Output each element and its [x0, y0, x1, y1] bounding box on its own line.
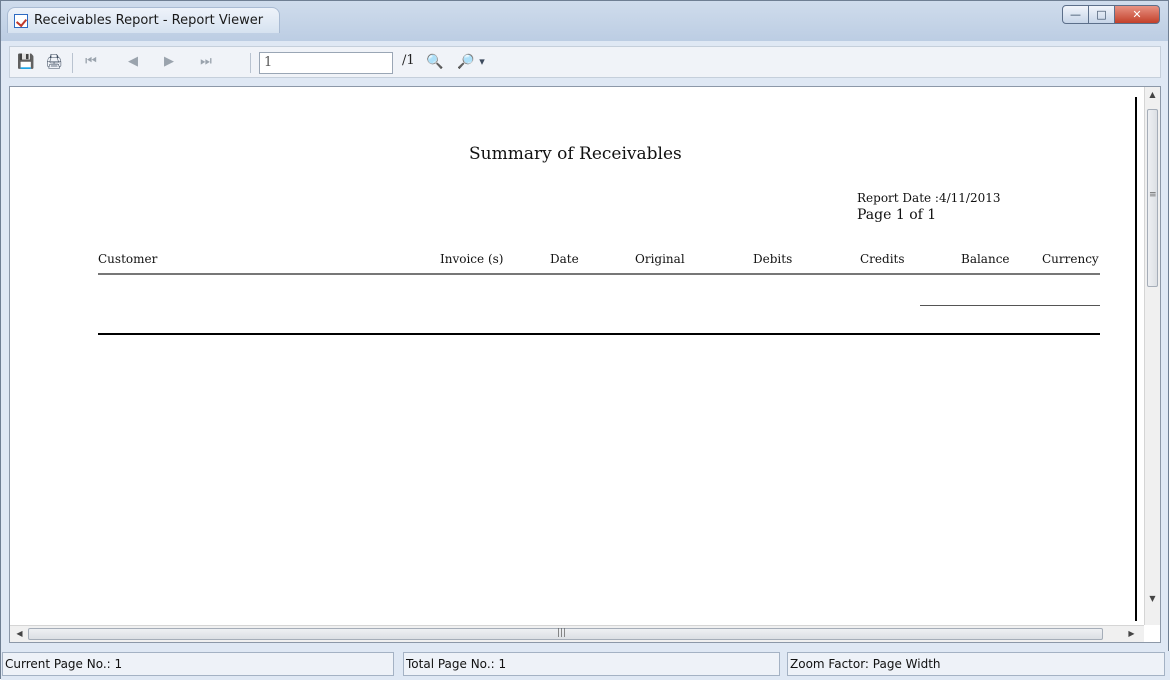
status-total-pages: Total Page No.: 1 [403, 652, 780, 676]
header-rule [98, 273, 1100, 275]
scroll-right-icon[interactable]: ▶ [1124, 626, 1139, 642]
toolbar-separator [72, 53, 73, 73]
report-total-rule [98, 333, 1100, 335]
page-number-input[interactable]: 1 [259, 52, 393, 74]
maximize-button[interactable]: □ [1088, 5, 1115, 24]
report-page: Summary of Receivables Report Date :4/11… [10, 87, 1135, 621]
column-header-currency: Currency [1042, 252, 1099, 266]
column-header-credits: Credits [860, 252, 905, 266]
close-button[interactable]: ✕ [1114, 5, 1160, 24]
horizontal-scroll-thumb[interactable]: ||| [28, 628, 1103, 640]
balance-total-rule [920, 305, 1100, 306]
status-current-page: Current Page No.: 1 [2, 652, 394, 676]
last-page-icon[interactable]: ⏭ [195, 52, 217, 72]
scroll-left-icon[interactable]: ◀ [12, 626, 27, 642]
report-toolbar: 💾 🖨 ⏮ ◀ ▶ ⏭ 1 /1 🔍 🔎 ▾ [9, 46, 1161, 78]
total-pages-label: /1 [402, 53, 415, 68]
column-header-customer: Customer [98, 252, 158, 266]
column-header-invoice: Invoice (s) [440, 252, 504, 266]
status-bar: Current Page No.: 1 Total Page No.: 1 Zo… [1, 651, 1170, 680]
next-page-icon[interactable]: ▶ [158, 52, 180, 72]
minimize-button[interactable]: — [1062, 5, 1089, 24]
export-icon[interactable]: 💾 [16, 52, 36, 72]
report-page-label: Page 1 of 1 [857, 207, 937, 223]
column-header-date: Date [550, 252, 579, 266]
scroll-down-icon[interactable]: ▼ [1145, 591, 1160, 607]
zoom-icon[interactable]: 🔎 [455, 52, 477, 72]
report-date: Report Date :4/11/2013 [857, 191, 1001, 205]
page-edge [1135, 97, 1137, 621]
vertical-grip-icon: ≡ [1149, 190, 1157, 200]
report-view-area[interactable]: Summary of Receivables Report Date :4/11… [9, 86, 1161, 643]
zoom-dropdown-icon[interactable]: ▾ [475, 52, 489, 72]
status-zoom-factor: Zoom Factor: Page Width [787, 652, 1165, 676]
window-title: Receivables Report - Report Viewer [34, 13, 264, 28]
previous-page-icon[interactable]: ◀ [122, 52, 144, 72]
report-viewer-window: Receivables Report - Report Viewer — □ ✕… [0, 0, 1170, 680]
find-icon[interactable]: 🔍 [424, 52, 446, 72]
vertical-scrollbar[interactable]: ▲ ≡ ▼ [1144, 87, 1160, 625]
column-header-debits: Debits [753, 252, 793, 266]
column-header-original: Original [635, 252, 685, 266]
toolbar-separator [250, 53, 251, 73]
first-page-icon[interactable]: ⏮ [80, 52, 102, 72]
vertical-scroll-thumb[interactable]: ≡ [1147, 109, 1158, 287]
title-bar[interactable]: Receivables Report - Report Viewer — □ ✕ [1, 1, 1168, 41]
scroll-up-icon[interactable]: ▲ [1145, 87, 1160, 103]
report-title: Summary of Receivables [469, 144, 682, 164]
horizontal-grip-icon: ||| [557, 628, 567, 638]
print-icon[interactable]: 🖨 [44, 52, 64, 72]
window-title-tab: Receivables Report - Report Viewer [7, 7, 281, 33]
horizontal-scrollbar[interactable]: ◀ ||| ▶ [10, 625, 1144, 642]
window-controls: — □ ✕ [1062, 5, 1160, 25]
report-app-icon [14, 14, 28, 28]
column-header-balance: Balance [961, 252, 1010, 266]
